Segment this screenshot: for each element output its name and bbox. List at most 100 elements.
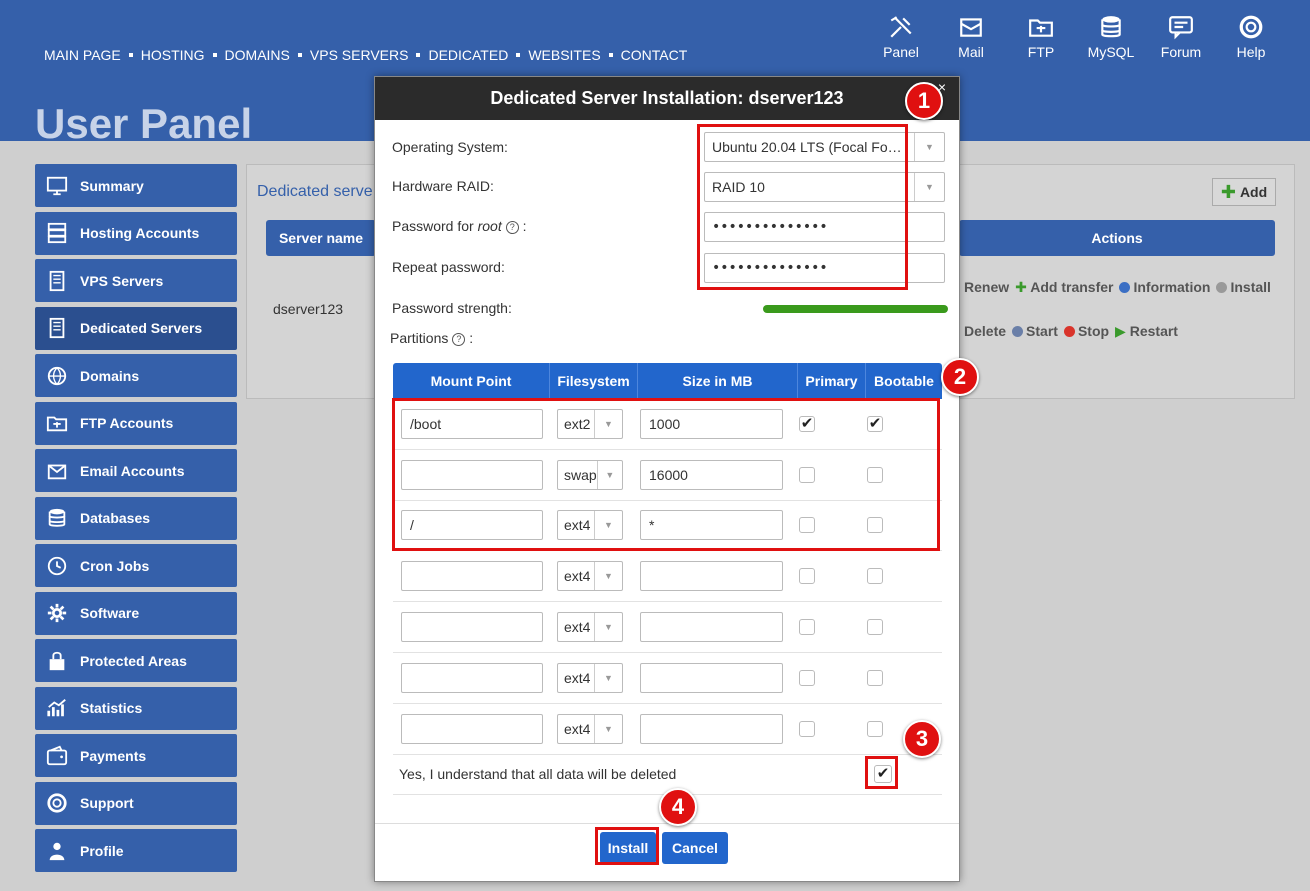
primary-checkbox[interactable] (799, 619, 815, 636)
server-icon (45, 316, 69, 340)
stop-link[interactable]: Stop (1063, 323, 1109, 340)
mount-point-input[interactable] (401, 561, 543, 592)
mount-point-input[interactable] (401, 612, 543, 643)
sidebar-item-software[interactable]: Software (35, 591, 237, 635)
primary-checkbox[interactable] (799, 568, 815, 585)
nav-link-websites[interactable]: WEBSITES (528, 47, 600, 63)
bootable-checkbox[interactable] (867, 619, 883, 636)
top-link-ftp[interactable]: FTP (1006, 14, 1076, 60)
top-link-forum[interactable]: Forum (1146, 14, 1216, 60)
primary-checkbox[interactable] (799, 466, 815, 483)
mount-point-input[interactable] (401, 713, 543, 744)
size-input[interactable]: 1000 (640, 408, 783, 439)
sidebar-item-dedicated-servers[interactable]: Dedicated Servers (35, 306, 237, 350)
nav-link-contact[interactable]: CONTACT (621, 47, 688, 63)
primary-checkbox[interactable]: ✔ (799, 415, 815, 432)
bootable-checkbox[interactable]: ✔ (867, 415, 883, 432)
nav-separator (297, 53, 302, 57)
password-strength-bar (763, 305, 948, 313)
lifebuoy-icon (1239, 15, 1263, 39)
filesystem-select[interactable]: ext4 ▼ (557, 561, 623, 592)
sidebar-item-vps-servers[interactable]: VPS Servers (35, 259, 237, 302)
raid-select[interactable]: RAID 10 ▼ (704, 172, 945, 202)
add-transfer-link[interactable]: ✚ Add transfer (1015, 279, 1113, 296)
sidebar-item-profile[interactable]: Profile (35, 829, 237, 872)
primary-checkbox[interactable] (799, 669, 815, 686)
nav-link-domains[interactable]: DOMAINS (225, 47, 290, 63)
bootable-checkbox[interactable] (867, 517, 883, 534)
filesystem-select[interactable]: ext2 ▼ (557, 408, 623, 439)
top-link-help[interactable]: Help (1216, 14, 1286, 60)
help-icon[interactable]: ? (505, 221, 519, 234)
sidebar-item-databases[interactable]: Databases (35, 496, 237, 540)
add-button[interactable]: ✚ Add (1212, 178, 1276, 206)
lifebuoy-icon (45, 791, 69, 815)
size-input[interactable] (640, 662, 783, 693)
help-icon[interactable]: ? (452, 333, 466, 346)
annotation-badge-1: 1 (905, 82, 943, 120)
partition-row: ext4 ▼ (393, 653, 942, 704)
mount-point-input[interactable]: /boot (401, 408, 543, 439)
filesystem-select[interactable]: ext4 ▼ (557, 662, 623, 693)
primary-checkbox[interactable] (799, 517, 815, 534)
mount-point-input[interactable]: / (401, 510, 543, 541)
sidebar-item-cron-jobs[interactable]: Cron Jobs (35, 544, 237, 587)
raid-label: Hardware RAID: (392, 178, 494, 194)
install-link[interactable]: Install (1216, 279, 1271, 296)
restart-link[interactable]: ▶ Restart (1115, 323, 1178, 340)
mount-point-input[interactable] (401, 459, 543, 490)
nav-link-vps-servers[interactable]: VPS SERVERS (310, 47, 409, 63)
top-link-mysql[interactable]: MySQL (1076, 14, 1146, 60)
renew-link[interactable]: Renew (964, 279, 1009, 296)
chevron-down-icon: ▼ (594, 562, 622, 591)
repeat-password-input[interactable]: •••••••••••••• (704, 253, 945, 283)
chevron-down-icon: ▼ (594, 613, 622, 642)
filesystem-select[interactable]: swap ▼ (557, 459, 623, 490)
nav-link-main-page[interactable]: MAIN PAGE (44, 47, 121, 63)
size-input[interactable]: 16000 (640, 459, 783, 490)
nav-link-dedicated[interactable]: DEDICATED (428, 47, 508, 63)
column-header-actions: Actions (959, 220, 1275, 256)
top-link-panel[interactable]: Panel (866, 14, 936, 60)
sidebar-item-domains[interactable]: Domains (35, 354, 237, 397)
sidebar-item-ftp-accounts[interactable]: FTP Accounts (35, 401, 237, 445)
primary-checkbox[interactable] (799, 720, 815, 737)
nav-link-hosting[interactable]: HOSTING (141, 47, 205, 63)
filesystem-select[interactable]: ext4 ▼ (557, 510, 623, 541)
password-input[interactable]: •••••••••••••• (704, 212, 945, 242)
sidebar-item-statistics[interactable]: Statistics (35, 686, 237, 730)
filesystem-select[interactable]: ext4 ▼ (557, 713, 623, 744)
bootable-checkbox[interactable] (867, 466, 883, 483)
mount-point-input[interactable] (401, 662, 543, 693)
bootable-checkbox[interactable] (867, 720, 883, 737)
size-input[interactable]: * (640, 510, 783, 541)
confirm-delete-checkbox[interactable]: ✔ (874, 764, 892, 783)
nav-separator (608, 53, 613, 57)
dialog-title: Dedicated Server Installation: dserver12… (375, 77, 959, 120)
sidebar-item-support[interactable]: Support (35, 781, 237, 825)
sidebar-item-payments[interactable]: Payments (35, 734, 237, 777)
filesystem-select[interactable]: ext4 ▼ (557, 612, 623, 643)
chevron-down-icon: ▼ (594, 511, 622, 540)
cancel-button[interactable]: Cancel (662, 832, 728, 864)
size-input[interactable] (640, 612, 783, 643)
install-button[interactable]: Install (600, 832, 656, 864)
delete-link[interactable]: Delete (964, 323, 1006, 340)
forum-icon (1169, 16, 1193, 40)
bootable-checkbox[interactable] (867, 669, 883, 686)
sidebar-item-hosting-accounts[interactable]: Hosting Accounts (35, 211, 237, 255)
top-link-mail[interactable]: Mail (936, 14, 1006, 60)
www-globe-icon (45, 364, 69, 388)
sidebar-item-summary[interactable]: Summary (35, 164, 237, 207)
sidebar-item-protected-areas[interactable]: Protected Areas (35, 639, 237, 682)
column-filesystem: Filesystem (550, 363, 638, 399)
sidebar-item-email-accounts[interactable]: Email Accounts (35, 449, 237, 492)
chevron-down-icon: ▼ (914, 133, 944, 161)
column-mount-point: Mount Point (393, 363, 550, 399)
start-link[interactable]: Start (1012, 323, 1058, 340)
information-link[interactable]: Information (1119, 279, 1210, 296)
size-input[interactable] (640, 561, 783, 592)
os-select[interactable]: Ubuntu 20.04 LTS (Focal Fossa) ▼ (704, 132, 945, 162)
bootable-checkbox[interactable] (867, 568, 883, 585)
size-input[interactable] (640, 713, 783, 744)
